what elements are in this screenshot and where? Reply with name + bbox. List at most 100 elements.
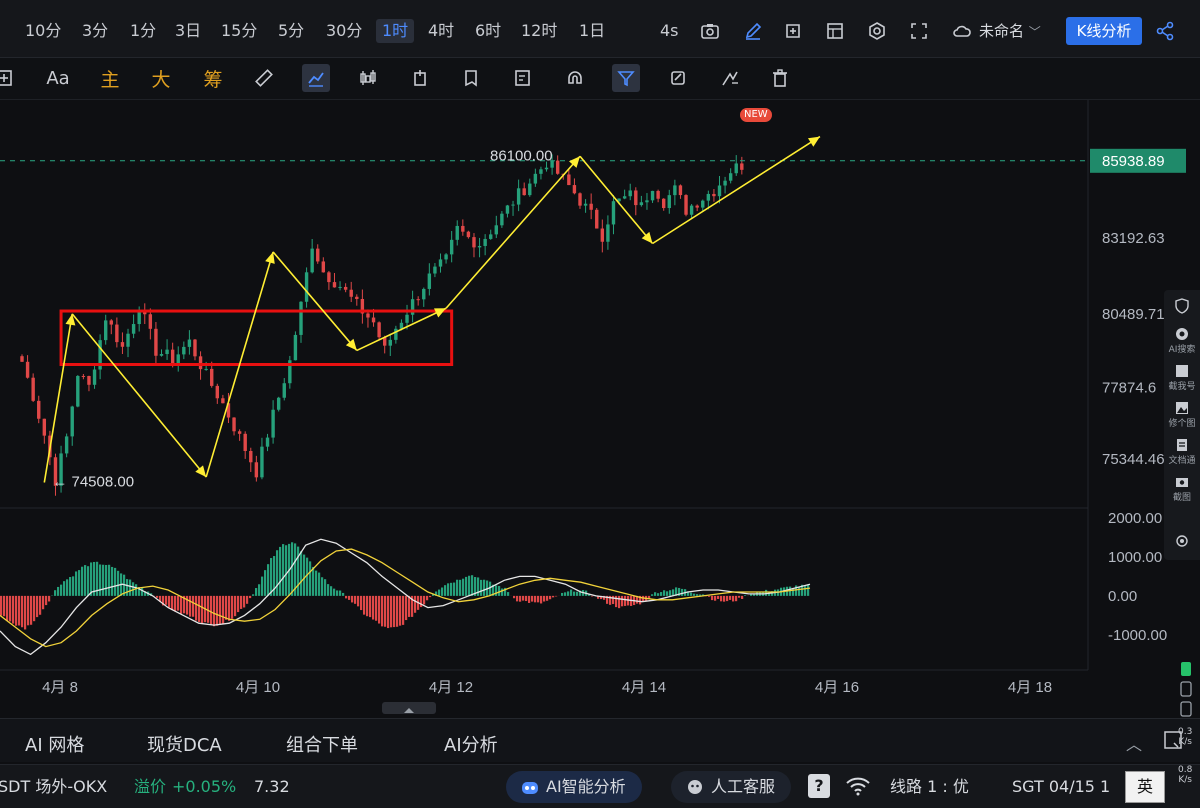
macd-bar xyxy=(708,595,711,597)
zigzag-segment xyxy=(445,155,581,309)
macd-bar xyxy=(621,595,624,607)
refresh-rate[interactable]: 4s xyxy=(660,19,679,43)
timeframe-2[interactable]: 1分 xyxy=(130,19,156,43)
rail-screenshot[interactable]: 截图 xyxy=(1164,474,1200,503)
macd-bar xyxy=(60,584,63,596)
document-name[interactable]: 未命名 ﹀ xyxy=(979,19,1041,43)
font-tool[interactable]: Aa xyxy=(44,64,72,92)
timeframe-11[interactable]: 1日 xyxy=(579,19,605,43)
timeframe-10[interactable]: 12时 xyxy=(521,19,557,43)
edit-icon[interactable] xyxy=(509,64,537,92)
chart-svg[interactable]: 83192.63 80489.71 77874.6 75344.46 85938.89 8… xyxy=(0,100,1200,700)
candle-body xyxy=(589,203,593,210)
macd-bar xyxy=(225,595,228,620)
timeframe-6[interactable]: 30分 xyxy=(326,19,362,43)
timeframe-9[interactable]: 6时 xyxy=(475,19,501,43)
candle-body xyxy=(81,375,86,377)
chip-distribution-tool[interactable]: 筹 xyxy=(199,64,227,92)
candle-body xyxy=(371,317,376,323)
ruler-icon[interactable] xyxy=(250,64,278,92)
line-status[interactable]: 线路 1 : 优 xyxy=(890,775,969,799)
trash-icon[interactable] xyxy=(766,64,794,92)
help-icon[interactable]: ? xyxy=(808,774,830,798)
macd-bar xyxy=(723,595,726,602)
macd-bar xyxy=(261,576,264,596)
macd-bar xyxy=(342,592,345,596)
timeframe-7[interactable]: 1时 xyxy=(376,19,415,43)
kline-analysis-button[interactable]: K线分析 xyxy=(1066,17,1142,45)
macd-bar xyxy=(252,594,255,596)
sync-icon[interactable] xyxy=(664,64,692,92)
layout-icon[interactable] xyxy=(822,18,848,44)
macd-bar xyxy=(651,594,654,596)
macd-bar xyxy=(237,595,240,613)
timeframe-3[interactable]: 3日 xyxy=(175,19,201,43)
filter-icon[interactable] xyxy=(612,64,640,92)
chevron-up-icon[interactable]: ︿ xyxy=(1126,731,1142,755)
customer-service-button[interactable]: 人工客服 xyxy=(671,771,792,803)
macd-bar xyxy=(615,595,618,608)
big-order-tool[interactable]: 大 xyxy=(147,64,175,92)
macd-bar xyxy=(264,570,267,596)
macd-bar xyxy=(426,595,429,601)
add-indicator-icon[interactable] xyxy=(0,64,18,92)
ai-analysis-button[interactable]: AI智能分析 xyxy=(506,771,642,803)
last-price-label: 85938.89 xyxy=(1102,153,1165,170)
timeframe-0[interactable]: 10分 xyxy=(25,19,61,43)
settings-icon[interactable] xyxy=(864,18,890,44)
shield-icon[interactable] xyxy=(1164,298,1200,314)
price-tick-label: 80489.71 xyxy=(1102,306,1165,323)
rail-image-edit[interactable]: 修个图 xyxy=(1164,400,1200,429)
macd-bar xyxy=(333,588,336,596)
timeframe-8[interactable]: 4时 xyxy=(428,19,454,43)
robot-icon xyxy=(522,782,538,794)
candle-body xyxy=(555,160,560,174)
macd-bar xyxy=(528,595,531,603)
candle-body xyxy=(645,200,649,203)
scroll-handle[interactable] xyxy=(382,702,436,714)
ai-draw-icon[interactable] xyxy=(716,64,744,92)
timeframe-4[interactable]: 15分 xyxy=(221,19,257,43)
macd-bar xyxy=(213,595,216,627)
macd-bar xyxy=(543,595,546,602)
rail-ai-search[interactable]: AI搜索 xyxy=(1164,326,1200,355)
fullscreen-icon[interactable] xyxy=(906,18,932,44)
note-icon[interactable] xyxy=(458,64,486,92)
pen-icon[interactable] xyxy=(740,18,766,44)
macd-bar xyxy=(318,572,321,596)
chart-area[interactable]: 83192.63 80489.71 77874.6 75344.46 85938.89 8… xyxy=(0,100,1200,700)
candle-body xyxy=(299,301,303,335)
magnet-icon[interactable] xyxy=(561,64,589,92)
trend-line-icon[interactable] xyxy=(302,64,330,92)
tab-combo-order[interactable]: 组合下单 xyxy=(286,731,358,757)
share-icon[interactable] xyxy=(1152,18,1178,44)
tab-spot-dca[interactable]: 现货DCA xyxy=(147,731,222,757)
candle-type-icon[interactable] xyxy=(354,64,382,92)
macd-bar xyxy=(423,595,426,605)
candle-body xyxy=(522,188,526,196)
macd-bar xyxy=(351,595,354,603)
gear-icon[interactable] xyxy=(1164,533,1200,549)
macd-bar xyxy=(315,570,318,596)
main-indicator-tool[interactable]: 主 xyxy=(96,64,124,92)
tab-ai-grid[interactable]: AI 网格 xyxy=(25,731,84,757)
pair-label[interactable]: SDT 场外-OKX xyxy=(0,775,107,799)
macd-bar xyxy=(711,595,714,601)
macd-bar xyxy=(438,589,441,596)
tab-ai-analysis[interactable]: AI分析 xyxy=(444,731,498,757)
camera-icon[interactable] xyxy=(697,18,723,44)
macd-bar xyxy=(141,587,144,596)
candle-body xyxy=(271,409,275,438)
timeframe-5[interactable]: 5分 xyxy=(278,19,304,43)
input-language-button[interactable]: 英 xyxy=(1125,771,1165,803)
timeframe-bar: 10分 3分 1分 3日 15分 5分 30分 1时 4时 6时 12时 1日 4s 未命名 ﹀ K线… xyxy=(0,0,1200,58)
macd-bar xyxy=(669,590,672,596)
add-chart-icon[interactable] xyxy=(780,18,806,44)
macd-tick-label: 1000.00 xyxy=(1108,549,1162,566)
rail-doc[interactable]: 文档通 xyxy=(1164,437,1200,466)
rail-capture[interactable]: 截我号 xyxy=(1164,363,1200,392)
macd-bar xyxy=(381,595,384,627)
candle-body xyxy=(516,188,521,205)
position-icon[interactable] xyxy=(406,64,434,92)
timeframe-1[interactable]: 3分 xyxy=(82,19,108,43)
